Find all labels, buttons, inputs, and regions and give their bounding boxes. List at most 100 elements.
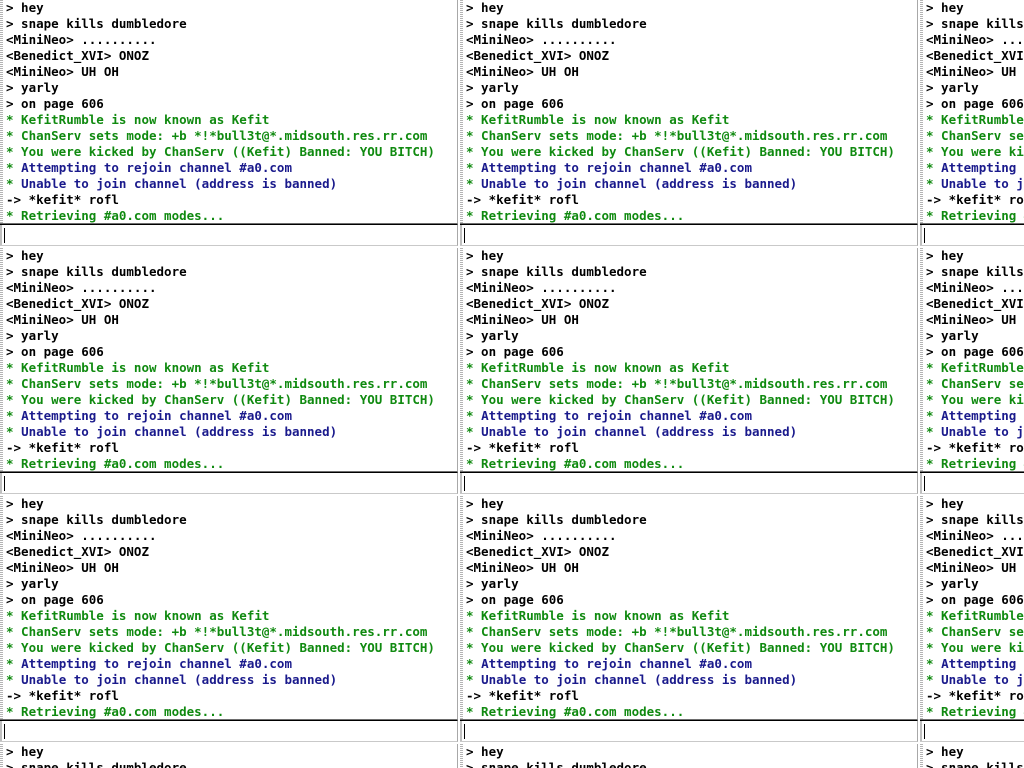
chat-line: > hey	[926, 248, 964, 263]
chat-log[interactable]: > hey> snape kills dumbledore<MiniNeo> .…	[0, 744, 458, 768]
message-input[interactable]	[463, 722, 917, 740]
message-input[interactable]	[923, 474, 1024, 492]
chat-line: * Unable to join channel (address is ban…	[926, 424, 1024, 440]
chat-line-text: Unable to join channel (address is banne…	[941, 176, 1024, 191]
chat-log[interactable]: > hey> snape kills dumbledore<MiniNeo> .…	[460, 0, 918, 224]
irc-panel[interactable]: > hey> snape kills dumbledore<MiniNeo> .…	[920, 0, 1024, 246]
message-input[interactable]	[923, 722, 1024, 740]
chat-line: * Attempting to rejoin channel #a0.com	[926, 160, 1024, 176]
chat-line: > yarly	[6, 80, 59, 95]
chat-line: > hey	[6, 744, 44, 759]
message-entry-row[interactable]	[460, 720, 918, 742]
chat-log[interactable]: > hey> snape kills dumbledore<MiniNeo> .…	[460, 744, 918, 768]
chat-line: * Unable to join channel (address is ban…	[466, 672, 917, 688]
panel-inner: > hey> snape kills dumbledore<MiniNeo> .…	[920, 496, 1024, 742]
log-scroll-rail[interactable]	[0, 744, 3, 768]
irc-panel[interactable]: > hey> snape kills dumbledore<MiniNeo> .…	[920, 744, 1024, 768]
text-caret	[924, 228, 925, 243]
event-star-icon: *	[6, 424, 22, 439]
irc-panel[interactable]: > hey> snape kills dumbledore<MiniNeo> .…	[460, 0, 918, 246]
log-scroll-rail[interactable]	[0, 0, 3, 223]
message-input[interactable]	[463, 474, 917, 492]
log-scroll-rail[interactable]	[920, 496, 923, 719]
chat-log[interactable]: > hey> snape kills dumbledore<MiniNeo> .…	[920, 248, 1024, 472]
chat-log[interactable]: > hey> snape kills dumbledore<MiniNeo> .…	[0, 496, 458, 720]
irc-panel[interactable]: > hey> snape kills dumbledore<MiniNeo> .…	[0, 496, 458, 742]
log-scroll-rail[interactable]	[460, 248, 463, 471]
chat-line: > snape kills dumbledore	[6, 16, 187, 31]
chat-line: * You were kicked by ChanServ ((Kefit) B…	[926, 392, 1024, 407]
message-input[interactable]	[3, 226, 457, 244]
chat-log[interactable]: > hey> snape kills dumbledore<MiniNeo> .…	[0, 248, 458, 472]
chat-line: <Benedict_XVI> ONOZ	[466, 48, 609, 63]
text-caret	[464, 724, 465, 739]
log-scroll-rail[interactable]	[460, 744, 463, 768]
log-scroll-rail[interactable]	[920, 744, 923, 768]
message-input[interactable]	[923, 226, 1024, 244]
irc-panel[interactable]: > hey> snape kills dumbledore<MiniNeo> .…	[460, 496, 918, 742]
entry-rail	[0, 721, 2, 741]
log-scroll-rail[interactable]	[0, 248, 3, 471]
message-entry-row[interactable]	[460, 472, 918, 494]
chat-line: > snape kills dumbledore	[926, 264, 1024, 279]
chat-line-text: Attempting to rejoin channel #a0.com	[21, 408, 292, 423]
log-scroll-rail[interactable]	[460, 0, 463, 223]
chat-line: > yarly	[926, 576, 979, 591]
text-caret	[924, 476, 925, 491]
chat-line: * You were kicked by ChanServ ((Kefit) B…	[466, 640, 895, 655]
log-scroll-rail[interactable]	[920, 248, 923, 471]
event-star-icon: *	[926, 160, 942, 175]
chat-log[interactable]: > hey> snape kills dumbledore<MiniNeo> .…	[460, 248, 918, 472]
irc-panel[interactable]: > hey> snape kills dumbledore<MiniNeo> .…	[0, 0, 458, 246]
irc-panel[interactable]: > hey> snape kills dumbledore<MiniNeo> .…	[460, 744, 918, 768]
event-star-icon: *	[466, 160, 482, 175]
log-scroll-rail[interactable]	[460, 496, 463, 719]
irc-panel[interactable]: > hey> snape kills dumbledore<MiniNeo> .…	[460, 248, 918, 494]
irc-panel[interactable]: > hey> snape kills dumbledore<MiniNeo> .…	[0, 744, 458, 768]
text-caret	[4, 228, 5, 243]
chat-line: * Attempting to rejoin channel #a0.com	[466, 160, 917, 176]
panel-inner: > hey> snape kills dumbledore<MiniNeo> .…	[0, 0, 458, 246]
chat-line: > yarly	[466, 328, 519, 343]
message-entry-row[interactable]	[0, 472, 458, 494]
entry-rail	[920, 473, 922, 493]
irc-panel[interactable]: > hey> snape kills dumbledore<MiniNeo> .…	[920, 248, 1024, 494]
chat-line: * Attempting to rejoin channel #a0.com	[926, 408, 1024, 424]
chat-log[interactable]: > hey> snape kills dumbledore<MiniNeo> .…	[920, 744, 1024, 768]
chat-line: -> *kefit* rofl	[466, 440, 579, 455]
chat-line: <Benedict_XVI> ONOZ	[926, 48, 1024, 63]
message-entry-row[interactable]	[920, 224, 1024, 246]
chat-line: <MiniNeo> ..........	[466, 280, 617, 295]
log-scroll-rail[interactable]	[920, 0, 923, 223]
chat-line: * KefitRumble is now known as Kefit	[466, 112, 730, 127]
entry-rail	[0, 473, 2, 493]
message-input[interactable]	[3, 722, 457, 740]
log-scroll-rail[interactable]	[0, 496, 3, 719]
chat-line: * Attempting to rejoin channel #a0.com	[6, 408, 457, 424]
message-entry-row[interactable]	[920, 472, 1024, 494]
text-caret	[924, 724, 925, 739]
chat-line: * You were kicked by ChanServ ((Kefit) B…	[926, 640, 1024, 655]
chat-line-text: Unable to join channel (address is banne…	[21, 672, 338, 687]
chat-line: > snape kills dumbledore	[926, 16, 1024, 31]
chat-log[interactable]: > hey> snape kills dumbledore<MiniNeo> .…	[920, 0, 1024, 224]
event-star-icon: *	[6, 408, 22, 423]
chat-log[interactable]: > hey> snape kills dumbledore<MiniNeo> .…	[0, 0, 458, 224]
chat-log[interactable]: > hey> snape kills dumbledore<MiniNeo> .…	[460, 496, 918, 720]
chat-line: * ChanServ sets mode: +b *!*bull3t@*.mid…	[6, 128, 428, 143]
chat-line-text: Unable to join channel (address is banne…	[481, 176, 798, 191]
irc-panel[interactable]: > hey> snape kills dumbledore<MiniNeo> .…	[920, 496, 1024, 742]
text-caret	[4, 476, 5, 491]
message-input[interactable]	[463, 226, 917, 244]
message-entry-row[interactable]	[460, 224, 918, 246]
event-star-icon: *	[926, 672, 942, 687]
irc-panel[interactable]: > hey> snape kills dumbledore<MiniNeo> .…	[0, 248, 458, 494]
chat-line: * KefitRumble is now known as Kefit	[926, 608, 1024, 623]
message-input[interactable]	[3, 474, 457, 492]
message-entry-row[interactable]	[0, 224, 458, 246]
chat-line: > snape kills dumbledore	[466, 512, 647, 527]
chat-line: * ChanServ sets mode: +b *!*bull3t@*.mid…	[6, 624, 428, 639]
chat-log[interactable]: > hey> snape kills dumbledore<MiniNeo> .…	[920, 496, 1024, 720]
message-entry-row[interactable]	[0, 720, 458, 742]
message-entry-row[interactable]	[920, 720, 1024, 742]
